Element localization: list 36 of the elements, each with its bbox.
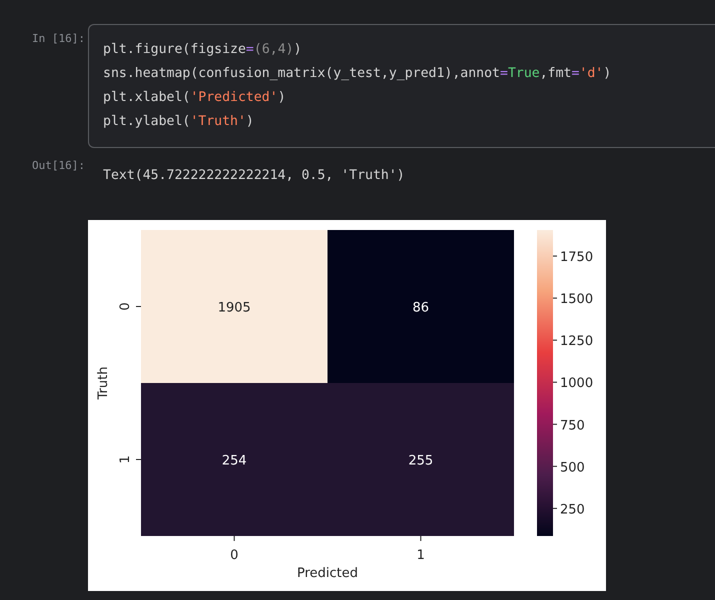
colorbar-tick-label: 750 <box>560 418 585 434</box>
code-line: plt.figure(figsize=(6,4)) <box>103 41 302 59</box>
tick-mark <box>420 535 422 542</box>
code-line: plt.xlabel('Predicted') <box>103 89 286 107</box>
axis-tick-label: 0 <box>230 548 238 563</box>
colorbar-tick-label: 1250 <box>560 334 594 349</box>
tick-mark <box>552 339 558 340</box>
colorbar-tick-label: 500 <box>560 460 585 476</box>
colorbar-tick-label: 1750 <box>560 250 594 265</box>
tick-mark <box>552 382 558 383</box>
axis-tick-label: 0 <box>118 302 133 310</box>
colorbar-tick-label: 1500 <box>560 292 594 307</box>
code-line: sns.heatmap(confusion_matrix(y_test,y_pred1),annot=True,fmt='d') <box>103 65 612 83</box>
tick-mark <box>136 458 142 460</box>
tick-mark <box>552 255 558 256</box>
tick-mark <box>552 466 558 467</box>
code-line: plt.ylabel('Truth') <box>103 113 254 131</box>
tick-mark <box>552 508 558 509</box>
tick-mark <box>552 424 558 425</box>
cell-value: 254 <box>222 453 247 468</box>
axis-tick-label: 1 <box>416 548 425 563</box>
code-cell[interactable]: plt.figure(figsize=(6,4)) sns.heatmap(confusion_matrix(y_test,y_pred1),annot=True,fmt='d') plt.xlabel('Predicted') plt.ylabel('Truth') <box>88 24 715 148</box>
tick-mark <box>552 297 558 298</box>
tick-mark <box>136 306 142 307</box>
axis-label: Predicted <box>296 566 358 581</box>
cell-value: 255 <box>408 453 434 468</box>
input-prompt: In [16]: <box>31 31 86 47</box>
cell-value: 1905 <box>218 300 251 316</box>
axis-label: Truth <box>96 366 111 400</box>
output-text: Text(45.722222222222214, 0.5, 'Truth') <box>102 167 405 185</box>
axis-tick-label: 1 <box>118 455 133 464</box>
colorbar-tick-label: 250 <box>560 502 585 518</box>
cell-value: 86 <box>412 300 430 316</box>
output-prompt: Out[16]: <box>31 158 86 174</box>
colorbar-tick-label: 1000 <box>560 376 594 392</box>
tick-mark <box>234 535 235 542</box>
